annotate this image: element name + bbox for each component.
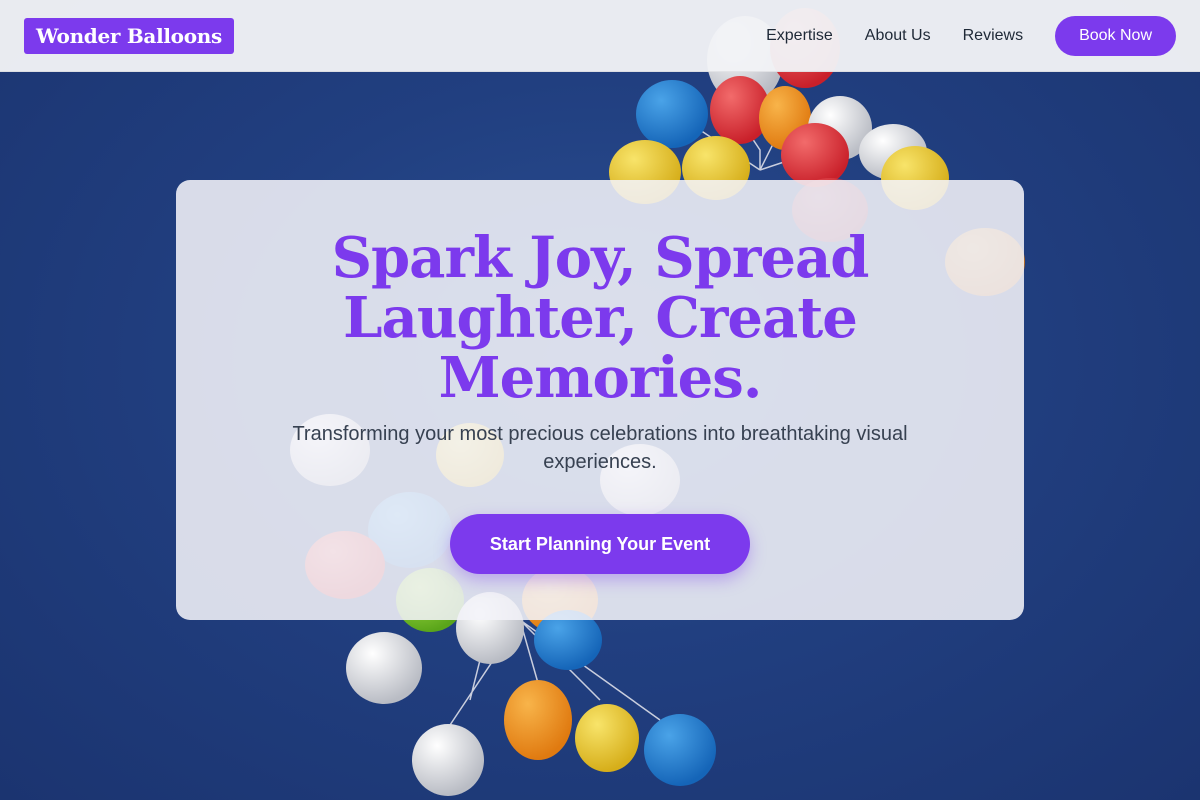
main-nav: Expertise About Us Reviews Book Now <box>766 15 1176 56</box>
nav-link-about-us[interactable]: About Us <box>865 27 931 45</box>
site-header: Wonder Balloons Expertise About Us Revie… <box>0 0 1200 72</box>
hero-title: Spark Joy, Spread Laughter, Create Memor… <box>331 225 870 411</box>
book-now-button[interactable]: Book Now <box>1055 15 1176 56</box>
nav-link-reviews[interactable]: Reviews <box>963 27 1023 45</box>
hero-card: Spark Joy, Spread Laughter, Create Memor… <box>176 180 1024 620</box>
nav-link-expertise[interactable]: Expertise <box>766 27 833 45</box>
hero-subtitle: Transforming your most precious celebrat… <box>292 423 908 473</box>
start-planning-button[interactable]: Start Planning Your Event <box>450 514 750 574</box>
logo[interactable]: Wonder Balloons <box>24 17 234 54</box>
